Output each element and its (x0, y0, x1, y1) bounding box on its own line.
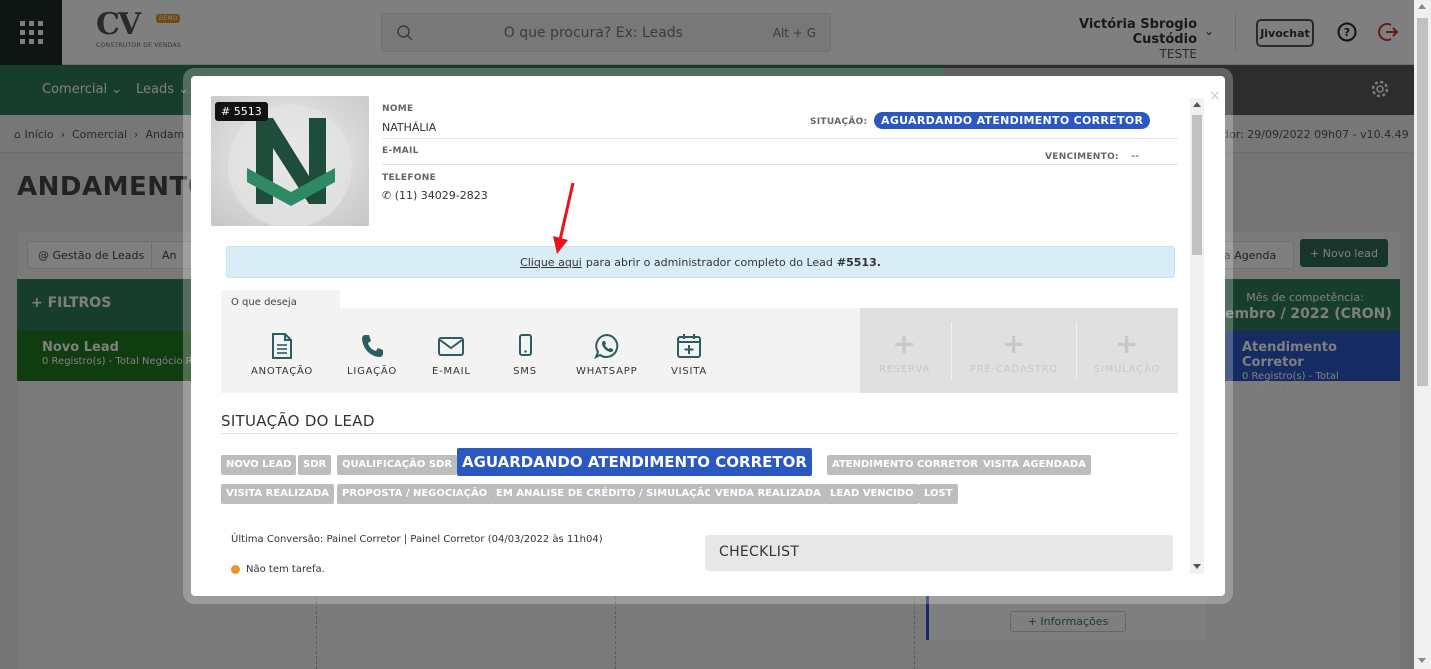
status-proposta-negociacao[interactable]: PROPOSTA / NEGOCIAÇÃO (337, 484, 493, 504)
scroll-up-icon[interactable] (1193, 102, 1201, 107)
actions-panel: ANOTAÇÃO LIGAÇÃO E-MAIL SMS WHATSAPP VIS… (221, 308, 1178, 393)
scroll-up-icon[interactable] (1418, 4, 1426, 9)
action-email[interactable]: E-MAIL (432, 332, 471, 377)
task-status: Não tem tarefa. (231, 564, 325, 575)
action-label: RESERVA (879, 364, 930, 375)
status-visita-realizada[interactable]: VISITA REALIZADA (221, 484, 335, 504)
status-novo-lead[interactable]: NOVO LEAD (221, 455, 297, 475)
plus-icon: + (1114, 327, 1140, 360)
action-pre-cadastro: + PRÉ-CADASTRO (964, 327, 1064, 376)
action-label: SIMULAÇÃO (1093, 364, 1161, 375)
situacao-badge: AGUARDANDO ATENDIMENTO CORRETOR (874, 112, 1151, 129)
plus-icon: + (892, 327, 917, 360)
status-em-analise-credito[interactable]: EM ANALISE DE CRÉDITO / SIMULAÇÃO (491, 484, 718, 504)
alert-lead-ref: #5513. (836, 255, 881, 269)
red-arrow-icon (553, 182, 575, 254)
action-label: WHATSAPP (576, 366, 638, 377)
divider (382, 138, 1178, 139)
status-lead-vencido[interactable]: LEAD VENCIDO (825, 484, 919, 504)
divider (382, 164, 1178, 165)
status-atendimento-corretor[interactable]: ATENDIMENTO CORRETOR (827, 455, 984, 475)
calendar-plus-icon (677, 334, 702, 358)
lead-modal: × # 5513 NOME NATHÁLIA SITUAÇÃO: AGUARDA… (191, 76, 1225, 596)
status-aguardando-atendimento-corretor[interactable]: AGUARDANDO ATENDIMENTO CORRETOR (457, 448, 812, 476)
whatsapp-icon (593, 333, 618, 360)
divider (1076, 322, 1077, 379)
checklist-header[interactable]: CHECKLIST (705, 535, 1173, 571)
modal-scrollbar[interactable] (1190, 98, 1204, 574)
action-sms[interactable]: SMS (512, 332, 538, 377)
mobile-icon (519, 334, 532, 356)
action-label: ANOTAÇÃO (251, 366, 314, 377)
divider (221, 433, 1178, 434)
lead-id-badge: # 5513 (215, 102, 268, 121)
close-icon[interactable]: × (1209, 88, 1221, 104)
clique-aqui-link[interactable]: Clique aqui (520, 256, 582, 269)
action-label: VISITA (671, 366, 708, 377)
no-task-text: Não tem tarefa. (246, 564, 325, 575)
action-label: LIGAÇÃO (347, 366, 398, 377)
telefone-label: TELEFONE (382, 173, 437, 183)
nome-label: NOME (382, 104, 414, 114)
status-lost[interactable]: LOST (919, 484, 958, 504)
situacao-label: SITUAÇÃO: (810, 117, 868, 127)
status-qualificacao-sdr[interactable]: QUALIFICAÇÃO SDR (337, 455, 458, 475)
action-anotacao[interactable]: ANOTAÇÃO (251, 332, 313, 377)
phone-icon: ✆ (382, 189, 392, 202)
last-conversion: Última Conversão: Painel Corretor | Pain… (231, 534, 603, 545)
action-whatsapp[interactable]: WHATSAPP (576, 332, 637, 377)
scroll-down-icon[interactable] (1418, 658, 1426, 663)
action-label: PRÉ-CADASTRO (970, 364, 1058, 375)
admin-alert: Clique aqui para abrir o administrador c… (226, 246, 1175, 278)
status-sdr[interactable]: SDR (298, 455, 332, 475)
nome-value: NATHÁLIA (382, 121, 437, 134)
mail-icon (438, 337, 465, 356)
page-scrollbar[interactable] (1414, 0, 1431, 669)
action-label: SMS (513, 366, 537, 377)
vencimento-label: VENCIMENTO: (1045, 152, 1119, 162)
action-ligacao[interactable]: LIGAÇÃO (347, 332, 397, 377)
email-label: E-MAIL (382, 146, 419, 156)
status-visita-agendada[interactable]: VISITA AGENDADA (978, 455, 1091, 475)
status-venda-realizada[interactable]: VENDA REALIZADA (710, 484, 826, 504)
action-reserva: + RESERVA (877, 327, 932, 376)
phone-icon (362, 335, 384, 357)
telefone-field: ✆ (11) 34029-2823 (382, 189, 488, 202)
divider (951, 322, 952, 379)
note-icon (272, 333, 293, 359)
scrollbar-thumb[interactable] (1417, 18, 1428, 386)
disabled-actions: + RESERVA + PRÉ-CADASTRO + SIMULAÇÃO (860, 308, 1178, 393)
plus-icon: + (1001, 327, 1027, 360)
action-visita[interactable]: VISITA (671, 332, 707, 377)
vencimento-value: -- (1131, 149, 1139, 162)
scrollbar-thumb[interactable] (1192, 115, 1202, 255)
situacao-section-title: SITUAÇÃO DO LEAD (221, 412, 375, 430)
status-dot-icon (231, 565, 240, 574)
action-simulacao: + SIMULAÇÃO (1090, 327, 1164, 376)
telefone-value[interactable]: (11) 34029-2823 (395, 189, 488, 202)
scroll-down-icon[interactable] (1193, 564, 1201, 569)
alert-text: para abrir o administrador completo do L… (585, 255, 833, 269)
action-label: E-MAIL (432, 366, 471, 377)
